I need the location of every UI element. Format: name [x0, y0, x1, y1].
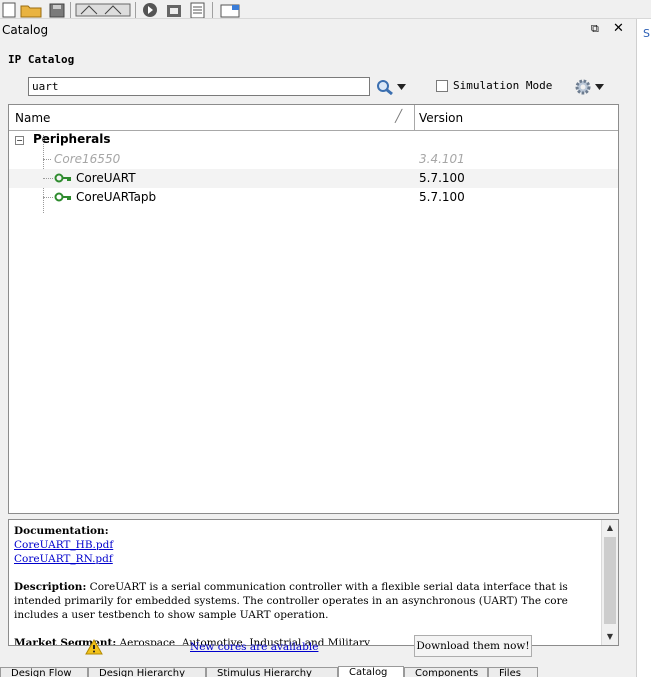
doc-link[interactable]: CoreUART_RN.pdf	[14, 552, 599, 566]
description-label: Description	[14, 581, 83, 593]
run-icon[interactable]	[140, 2, 160, 18]
ip-tree-table: Name ╱ Version − Peripherals Core16550 3…	[8, 104, 619, 514]
group-label: Peripherals	[33, 132, 111, 146]
pane-title: Catalog	[2, 23, 49, 37]
tree-connector	[43, 197, 53, 198]
scrollbar-thumb[interactable]	[604, 537, 616, 624]
layout-icon[interactable]	[75, 2, 131, 18]
table-header: Name ╱ Version	[9, 105, 618, 131]
documentation-scrollbar[interactable]: ▲ ▼	[601, 520, 618, 645]
report-icon[interactable]	[188, 2, 208, 18]
tab-design-hierarchy[interactable]: Design Hierarchy	[88, 667, 206, 677]
description-text: CoreUART is a serial communication contr…	[14, 581, 572, 621]
sort-indicator-icon: ╱	[395, 109, 403, 123]
column-header-name[interactable]: Name	[15, 111, 50, 125]
doc-link[interactable]: CoreUART_HB.pdf	[14, 538, 599, 552]
chevron-down-icon	[595, 84, 604, 90]
open-folder-icon[interactable]	[20, 2, 44, 18]
item-name: CoreUARTapb	[76, 190, 157, 204]
key-icon	[54, 173, 71, 183]
simulation-mode-checkbox[interactable]	[436, 80, 448, 92]
tab-components[interactable]: Components	[404, 667, 488, 677]
tab-catalog[interactable]: Catalog	[338, 666, 404, 677]
catalog-pane: Catalog ⧉ ✕ IP Catalog Simulation Mode N…	[0, 19, 631, 669]
item-name: Core16550	[54, 152, 121, 166]
catalog-pane-header: Catalog ⧉ ✕	[0, 19, 631, 41]
column-divider[interactable]	[414, 105, 415, 131]
search-input[interactable]	[28, 77, 370, 96]
close-icon[interactable]: ✕	[613, 21, 624, 36]
item-version: 5.7.100	[419, 171, 465, 185]
new-cores-link[interactable]: New cores are available	[190, 641, 318, 653]
gear-icon	[575, 79, 591, 95]
search-icon	[377, 80, 393, 95]
key-icon	[54, 192, 71, 202]
chevron-down-icon	[397, 84, 406, 90]
bottom-tab-bar: Design Flow Design Hierarchy Stimulus Hi…	[0, 666, 651, 677]
new-file-icon[interactable]	[2, 2, 16, 18]
table-row[interactable]: CoreUARTapb 5.7.100	[9, 188, 618, 207]
item-version: 5.7.100	[419, 190, 465, 204]
main-toolbar	[0, 0, 651, 19]
item-version: 3.4.101	[419, 152, 465, 166]
simulation-mode-label: Simulation Mode	[453, 79, 553, 92]
catalog-window-icon[interactable]	[217, 2, 243, 18]
toolbar-separator	[135, 2, 136, 18]
tree-connector	[43, 159, 51, 160]
app-window: Catalog ⧉ ✕ IP Catalog Simulation Mode N…	[0, 0, 651, 677]
restore-icon[interactable]: ⧉	[591, 22, 599, 36]
warning-icon	[85, 639, 103, 655]
tab-design-flow[interactable]: Design Flow	[0, 667, 88, 677]
tree-group-row[interactable]: − Peripherals	[9, 131, 618, 150]
right-panel-label[interactable]: S	[643, 27, 650, 40]
right-panel-strip: S	[636, 19, 651, 677]
save-icon[interactable]	[48, 2, 66, 18]
collapse-icon[interactable]: −	[15, 136, 24, 145]
tree-connector	[43, 178, 53, 179]
item-name: CoreUART	[76, 171, 136, 185]
table-row[interactable]: CoreUART 5.7.100	[9, 169, 618, 188]
search-dropdown-button[interactable]	[376, 78, 410, 96]
column-header-version[interactable]: Version	[419, 111, 463, 125]
download-button[interactable]: Download them now!	[414, 635, 532, 657]
scroll-up-icon[interactable]: ▲	[602, 520, 618, 536]
toolbar-separator	[70, 2, 71, 18]
ip-catalog-title: IP Catalog	[8, 53, 75, 66]
documentation-content: Documentation: CoreUART_HB.pdf CoreUART_R…	[14, 524, 599, 645]
program-icon[interactable]	[164, 2, 184, 18]
documentation-panel: Documentation: CoreUART_HB.pdf CoreUART_R…	[8, 519, 619, 646]
settings-dropdown-button[interactable]	[574, 78, 608, 96]
tab-stimulus-hierarchy[interactable]: Stimulus Hierarchy	[206, 667, 338, 677]
toolbar-separator	[212, 2, 213, 18]
documentation-heading: Documentation	[14, 525, 105, 537]
scroll-down-icon[interactable]: ▼	[602, 629, 618, 645]
tab-files[interactable]: Files	[488, 667, 538, 677]
table-row[interactable]: Core16550 3.4.101	[9, 150, 618, 169]
